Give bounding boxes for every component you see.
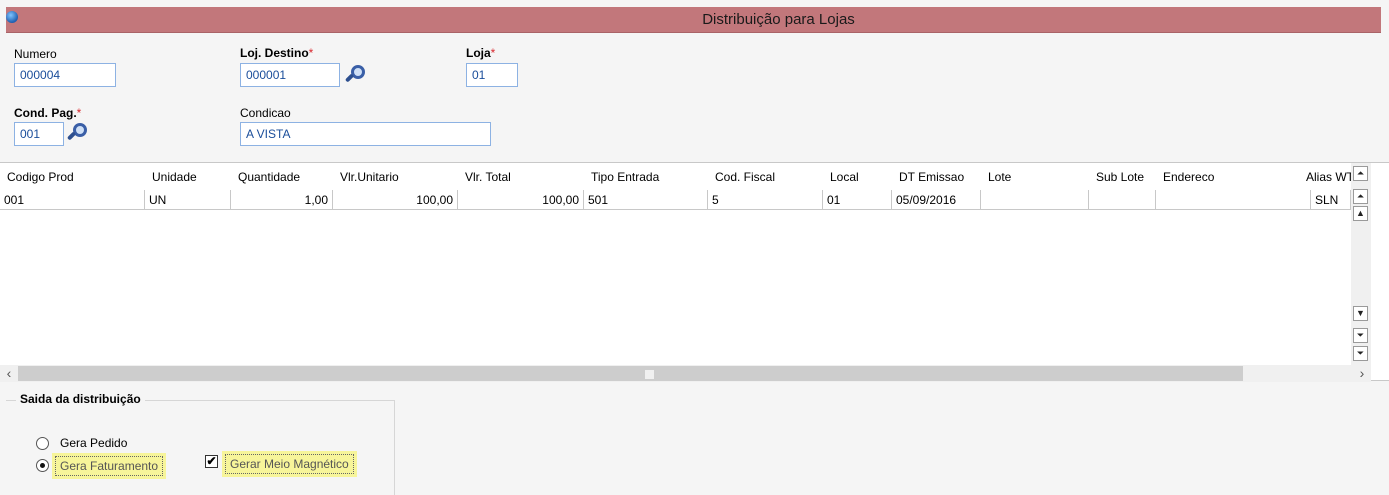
gera-pedido-label[interactable]: Gera Pedido xyxy=(60,436,127,450)
grid-cell[interactable]: 1,00 xyxy=(231,190,333,210)
column-header[interactable]: Alias WT xyxy=(1299,163,1351,190)
loj-destino-field[interactable]: 000001 xyxy=(240,63,340,87)
gera-faturamento-label[interactable]: Gera Faturamento xyxy=(55,456,164,476)
grid-cell[interactable]: 5 xyxy=(708,190,823,210)
condicao-label: Condicao xyxy=(240,106,291,120)
grid-cell[interactable]: 100,00 xyxy=(458,190,584,210)
column-header[interactable]: Quantidade xyxy=(231,163,333,190)
search-icon[interactable] xyxy=(65,122,89,144)
vertical-scrollbar[interactable]: ⏶ ⏶ ▲ ▼ ⏷ ⏷ xyxy=(1351,163,1371,365)
scroll-right-icon[interactable]: › xyxy=(1354,365,1370,382)
cond-pag-label: Cond. Pag.* xyxy=(14,106,82,120)
loja-label: Loja* xyxy=(466,46,496,60)
grid-cell[interactable] xyxy=(1089,190,1156,210)
cond-pag-field[interactable]: 001 xyxy=(14,122,64,146)
column-header[interactable]: Vlr.Unitario xyxy=(333,163,458,190)
column-header[interactable]: Tipo Entrada xyxy=(584,163,708,190)
grid-cell[interactable]: 01 xyxy=(823,190,892,210)
items-grid[interactable]: Codigo Prod Unidade Quantidade Vlr.Unita… xyxy=(0,162,1389,382)
scroll-up-icon[interactable]: ▲ xyxy=(1353,206,1368,221)
search-icon[interactable] xyxy=(343,64,367,86)
column-header[interactable]: Lote xyxy=(981,163,1089,190)
loja-field[interactable]: 01 xyxy=(466,63,518,87)
grid-cell[interactable] xyxy=(1156,190,1311,210)
column-header[interactable]: Unidade xyxy=(145,163,231,190)
grid-cell[interactable]: UN xyxy=(145,190,231,210)
scroll-left-icon[interactable]: ‹ xyxy=(1,365,17,382)
column-header[interactable]: Cod. Fiscal xyxy=(708,163,823,190)
condicao-field[interactable]: A VISTA xyxy=(240,122,491,146)
gerar-meio-magnetico-checkbox[interactable]: ✔ xyxy=(205,455,218,468)
grid-cell[interactable]: 001 xyxy=(0,190,145,210)
scroll-page-down-icon[interactable]: ⏷ xyxy=(1353,328,1368,343)
gera-faturamento-radio[interactable] xyxy=(36,459,49,472)
scroll-page-up-icon[interactable]: ⏶ xyxy=(1353,189,1368,204)
grid-cell[interactable]: SLN xyxy=(1311,190,1351,210)
grid-cell[interactable]: 501 xyxy=(584,190,708,210)
grid-cell[interactable]: 100,00 xyxy=(333,190,458,210)
scroll-down-icon[interactable]: ▼ xyxy=(1353,306,1368,321)
grid-cell[interactable]: 05/09/2016 xyxy=(892,190,981,210)
column-header[interactable]: Local xyxy=(823,163,892,190)
scroll-top-icon[interactable]: ⏶ xyxy=(1353,166,1368,181)
numero-field[interactable]: 000004 xyxy=(14,63,116,87)
column-header[interactable]: Codigo Prod xyxy=(0,163,145,190)
horizontal-scroll-thumb[interactable] xyxy=(18,366,1243,381)
column-header[interactable]: Vlr. Total xyxy=(458,163,584,190)
title-bar: Distribuição para Lojas xyxy=(6,7,1381,33)
column-header[interactable]: DT Emissao xyxy=(892,163,981,190)
window-title: Distribuição para Lojas xyxy=(702,11,855,28)
saida-group-title: Saida da distribuição xyxy=(16,392,145,406)
column-header[interactable]: Sub Lote xyxy=(1089,163,1156,190)
grid-cell[interactable] xyxy=(981,190,1089,210)
loj-destino-label: Loj. Destino* xyxy=(240,46,314,60)
horizontal-scrollbar[interactable]: ‹ › xyxy=(0,365,1371,382)
gerar-meio-magnetico-label[interactable]: Gerar Meio Magnético xyxy=(225,454,354,474)
column-header[interactable]: Endereco xyxy=(1156,163,1299,190)
scroll-bottom-icon[interactable]: ⏷ xyxy=(1353,346,1368,361)
gera-pedido-radio[interactable] xyxy=(36,437,49,450)
numero-label: Numero xyxy=(14,47,57,61)
